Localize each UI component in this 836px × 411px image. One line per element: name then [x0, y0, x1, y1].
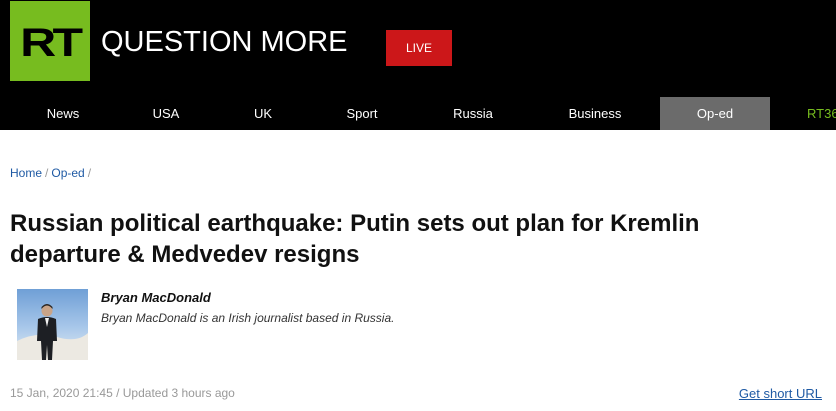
- nav-item-news[interactable]: News: [23, 97, 103, 130]
- author-name[interactable]: Bryan MacDonald: [101, 290, 211, 305]
- author-bio: Bryan MacDonald is an Irish journalist b…: [101, 311, 395, 325]
- nav-item-russia[interactable]: Russia: [433, 97, 513, 130]
- breadcrumb: Home / Op-ed /: [10, 166, 94, 180]
- breadcrumb-separator: /: [45, 166, 49, 180]
- logo-text: RT: [20, 20, 83, 65]
- breadcrumb-separator: /: [87, 166, 92, 180]
- nav-item-op-ed[interactable]: Op-ed: [660, 97, 770, 130]
- author-photo-image: [17, 289, 88, 360]
- breadcrumb-op-ed[interactable]: Op-ed: [51, 166, 84, 180]
- nav-item-uk[interactable]: UK: [223, 97, 303, 130]
- author-photo[interactable]: [17, 289, 88, 360]
- rt-logo[interactable]: RT: [10, 1, 90, 81]
- get-short-url-link[interactable]: Get short URL: [739, 386, 822, 401]
- nav-item-business[interactable]: Business: [550, 97, 640, 130]
- nav-item-usa[interactable]: USA: [126, 97, 206, 130]
- site-header: RT QUESTION MORE LIVE: [0, 0, 836, 97]
- article-date: 15 Jan, 2020 21:45 / Updated 3 hours ago: [10, 386, 235, 400]
- site-tagline: QUESTION MORE: [101, 26, 348, 58]
- article-title: Russian political earthquake: Putin sets…: [10, 210, 700, 268]
- nav-item-rt360[interactable]: RT36: [807, 97, 836, 130]
- main-nav: News USA UK Sport Russia Business Op-ed …: [0, 97, 836, 130]
- nav-item-sport[interactable]: Sport: [322, 97, 402, 130]
- breadcrumb-home[interactable]: Home: [10, 166, 42, 180]
- live-button[interactable]: LIVE: [386, 30, 452, 66]
